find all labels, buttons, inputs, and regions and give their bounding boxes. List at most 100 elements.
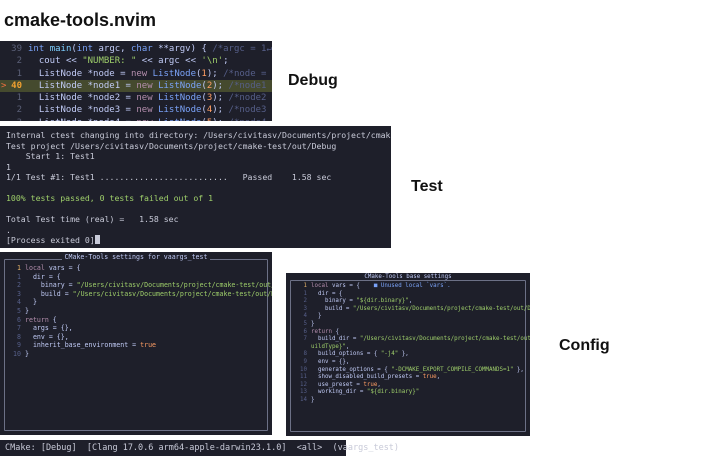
- line-number: 8: [303, 351, 308, 358]
- code-token: ListNode: [158, 105, 202, 116]
- code-line[interactable]: 13 working_dir = "${dir.binary}": [291, 389, 530, 397]
- code-token: "${dir.binary}": [366, 389, 420, 396]
- code-line[interactable]: 1 local vars = { ■ Unused local `vars`.: [291, 283, 530, 291]
- code-token: ListNode: [158, 118, 201, 121]
- code-line[interactable]: 2 cout << "NUMBER: " << argc << '\n';: [0, 55, 272, 67]
- code-line[interactable]: 39 int main(int argc, char **argv) { /*ar…: [0, 43, 272, 55]
- line-number: 2: [16, 105, 22, 116]
- config-label: Config: [559, 337, 610, 354]
- code-token: ListNode *node2 =: [28, 93, 137, 104]
- code-token: }: [25, 306, 29, 315]
- line-number: 10: [300, 366, 307, 373]
- code-line[interactable]: 1 dir = {: [5, 273, 272, 282]
- code-line[interactable]: 9 inherit_base_environment = true: [5, 341, 272, 350]
- code-token: );: [212, 118, 228, 121]
- code-token: ,: [345, 343, 350, 350]
- code-token: ListNode: [152, 68, 196, 79]
- line-number: 10: [13, 349, 21, 358]
- code-token: "/Users/civitasv/Documents/project/cmake…: [352, 305, 530, 312]
- line-number: 1: [17, 272, 21, 281]
- code-token: new: [136, 80, 159, 91]
- code-token: dir = {: [25, 272, 61, 281]
- code-token: {: [52, 315, 57, 324]
- code-token: }: [311, 396, 315, 403]
- code-line[interactable]: 6 return {: [5, 316, 272, 325]
- code-token: args = {},: [25, 324, 73, 333]
- code-token: **argv) {: [158, 44, 213, 54]
- code-line[interactable]: 5}: [291, 321, 530, 329]
- code-token: use_preset =: [311, 381, 364, 388]
- terminal-line: Internal ctest changing into directory: …: [6, 130, 391, 140]
- code-line[interactable]: 5}: [5, 307, 272, 316]
- debug-editor-panel[interactable]: 39 int main(int argc, char **argv) { /*ar…: [0, 41, 272, 121]
- code-token: "/Users/civitasv/Documents/project/cmake…: [359, 336, 530, 343]
- code-line[interactable]: 11 show_disabled_build_presets = true,: [291, 374, 530, 382]
- code-token: ListNode *node3 =: [28, 105, 137, 116]
- debug-label: Debug: [288, 72, 338, 89]
- terminal-cursor: [94, 235, 100, 244]
- code-line[interactable]: 14}: [291, 397, 530, 405]
- code-token: },: [398, 351, 409, 358]
- code-line[interactable]: 12 use_preset = true,: [291, 382, 530, 390]
- code-token: <<: [65, 56, 83, 67]
- test-terminal-panel[interactable]: Internal ctest changing into directory: …: [0, 126, 391, 248]
- code-line[interactable]: 6 return {: [291, 329, 530, 337]
- code-token: dir = {: [311, 290, 343, 297]
- code-token: }: [311, 320, 315, 327]
- code-token: );: [212, 105, 229, 116]
- code-token: "${dir.binary}": [356, 298, 409, 305]
- code-token: vars = {: [331, 283, 374, 289]
- line-number: 39: [11, 44, 22, 54]
- code-token: );: [212, 80, 229, 91]
- code-line[interactable]: 8 env = {},: [5, 333, 272, 342]
- code-line[interactable]: 10}: [5, 350, 272, 359]
- code-token: build =: [25, 289, 73, 298]
- code-token: },: [513, 366, 524, 373]
- code-token: "/Users/civitasv/Documents/project/cmake…: [72, 289, 272, 298]
- code-line[interactable]: 2 ListNode *node3 = new ListNode(4); /*n…: [0, 104, 272, 116]
- code-line[interactable]: 4 }: [5, 298, 272, 307]
- code-line[interactable]: 3 ListNode *node4 = new ListNode(5); /*n…: [0, 117, 272, 121]
- code-line[interactable]: 1 ListNode *node = new ListNode(1); /*no…: [0, 68, 272, 80]
- line-number: 11: [300, 374, 307, 381]
- debug-pointer-icon: >: [1, 80, 7, 91]
- code-token: true: [422, 374, 437, 381]
- code-line[interactable]: 4 }: [291, 313, 530, 321]
- code-token: }: [311, 313, 322, 320]
- current-debug-line[interactable]: >40 ListNode *node1 = new ListNode(2); /…: [0, 79, 272, 93]
- code-line[interactable]: 8 build_options = { "-j4" },: [291, 351, 530, 359]
- code-line[interactable]: 1 ListNode *node2 = new ListNode(3); /*n…: [0, 92, 272, 104]
- code-token: cout: [28, 56, 66, 67]
- code-line[interactable]: 2 binary = "/Users/civitasv/Documents/pr…: [5, 281, 272, 290]
- test-label: Test: [411, 178, 443, 195]
- code-token: "-j4": [380, 351, 399, 358]
- code-line[interactable]: 1 dir = {: [291, 291, 530, 299]
- code-token: true: [140, 341, 157, 350]
- float-window-title: CMake-Tools base settings: [361, 274, 455, 280]
- code-token: /*node4 = {next:: [229, 118, 272, 121]
- config-settings-panel[interactable]: CMake-Tools settings for vaargs_test 1 lo…: [0, 252, 272, 435]
- code-line[interactable]: 9 env = {},: [291, 359, 530, 367]
- line-number: 3: [0, 117, 28, 121]
- code-line[interactable]: 10 generate_options = { "-DCMAKE_EXPORT_…: [291, 367, 530, 375]
- code-line[interactable]: 7 build_dir = "/Users/civitasv/Documents…: [291, 336, 531, 344]
- config-base-settings-panel[interactable]: CMake-Tools base settings 1 local vars = …: [286, 273, 530, 436]
- terminal-line: [Process exited 0]: [6, 235, 391, 246]
- terminal-line: 100% tests passed, 0 tests failed out of…: [6, 193, 214, 203]
- code-line[interactable]: 2 binary = "${dir.binary}",: [291, 298, 530, 306]
- line-number: 6: [303, 328, 308, 335]
- line-number: 1: [16, 93, 22, 104]
- code-token: }: [25, 298, 37, 307]
- code-token: char: [131, 44, 159, 54]
- config-code[interactable]: 1 local vars = {1 dir = {2 binary = "/Use…: [5, 264, 272, 359]
- config-code[interactable]: 1 local vars = { ■ Unused local `vars`. 1 …: [291, 283, 530, 405]
- code-line[interactable]: 1 local vars = {: [5, 264, 272, 273]
- terminal-line: 1/1 Test #1: Test1 .....................…: [6, 172, 332, 182]
- code-line[interactable]: 3 build = "/Users/civitasv/Documents/pro…: [291, 305, 531, 314]
- code-token: new: [136, 93, 159, 104]
- line-number: 2: [17, 281, 21, 290]
- code-line[interactable]: 7 args = {},: [5, 324, 272, 333]
- code-line[interactable]: uildType}",: [291, 344, 530, 352]
- code-line[interactable]: 3 build = "/Users/civitasv/Documents/pro…: [5, 290, 272, 299]
